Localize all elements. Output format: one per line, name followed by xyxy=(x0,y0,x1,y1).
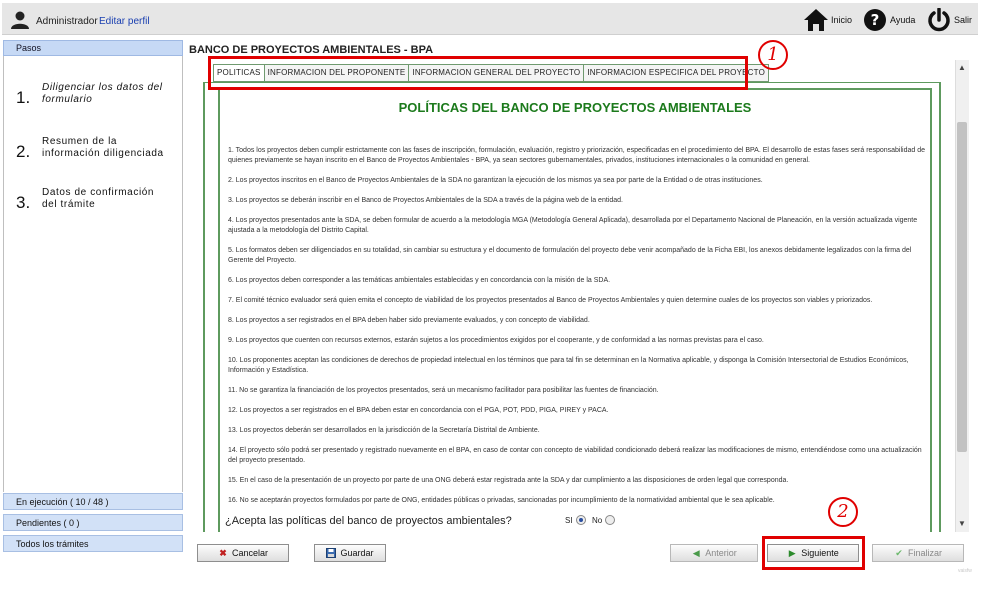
no-radio[interactable] xyxy=(605,515,616,525)
policies-list: 1. Todos los proyectos deben cumplir est… xyxy=(228,146,928,516)
user-name: Administrador xyxy=(36,16,98,27)
scrollbar-thumb[interactable] xyxy=(957,122,967,452)
step-number: 3. xyxy=(16,193,31,212)
cancel-x-icon: ✖ xyxy=(219,548,227,558)
scroll-up-arrow-icon[interactable]: ▲ xyxy=(955,60,969,76)
policy-item: 10. Los proponentes aceptan las condicio… xyxy=(228,357,909,374)
home-label: Inicio xyxy=(831,15,853,25)
policy-item: 15. En el caso de la presentación de un … xyxy=(228,477,789,484)
policy-item: 7. El comité técnico evaluador será quie… xyxy=(228,297,873,304)
cancel-button[interactable]: ✖ Cancelar xyxy=(197,544,289,562)
policy-item: 1. Todos los proyectos deben cumplir est… xyxy=(228,147,925,164)
annotation-number-1: 1 xyxy=(758,40,788,70)
logout-link[interactable]: Salir xyxy=(926,7,972,33)
policy-item: 6. Los proyectos deben corresponder a la… xyxy=(228,277,611,284)
policies-title: POLÍTICAS DEL BANCO DE PROYECTOS AMBIENT… xyxy=(398,100,752,115)
cancel-label: Cancelar xyxy=(231,548,269,558)
top-bar: Administrador Editar perfil Inicio ? Ayu… xyxy=(2,3,978,35)
annotation-box-next xyxy=(762,536,865,570)
annotation-box-tabs xyxy=(208,56,748,90)
policy-item: 14. El proyecto sólo podrá ser presentad… xyxy=(228,447,922,464)
edit-profile-link[interactable]: Editar perfil xyxy=(99,16,150,27)
sidebar-header: Pasos xyxy=(3,40,183,56)
step-label: Diligenciar los datos del formulario xyxy=(42,82,163,105)
step-number: 1. xyxy=(16,88,31,107)
yes-radio[interactable] xyxy=(575,515,586,525)
accept-no-option[interactable]: No xyxy=(592,515,616,525)
policy-item: 12. Los proyectos a ser registrados en e… xyxy=(228,407,609,414)
floppy-disk-icon xyxy=(326,548,337,558)
help-link[interactable]: ? Ayuda xyxy=(862,7,915,33)
annotation-number-2: 2 xyxy=(828,497,858,527)
policy-item: 13. Los proyectos deberán ser desarrolla… xyxy=(228,427,540,434)
finish-button[interactable]: ✔ Finalizar xyxy=(872,544,964,562)
previous-label: Anterior xyxy=(705,548,737,558)
step-label: Resumen de la información diligenciada xyxy=(42,136,164,159)
accept-question: ¿Acepta las políticas del banco de proye… xyxy=(225,515,512,527)
scroll-down-arrow-icon[interactable]: ▼ xyxy=(955,516,969,532)
steps-panel: 1. Diligenciar los datos del formulario … xyxy=(3,56,183,492)
finish-label: Finalizar xyxy=(907,548,942,558)
sidebar-item-en-ejecucion[interactable]: En ejecución ( 10 / 48 ) xyxy=(3,493,183,510)
arrow-left-icon: ◀ xyxy=(692,548,700,558)
no-label: No xyxy=(592,515,603,525)
previous-button[interactable]: ◀ Anterior xyxy=(670,544,758,562)
policy-item: 5. Los formatos deben ser diligenciados … xyxy=(228,247,912,264)
logout-label: Salir xyxy=(954,15,973,25)
watermark: vaisfw xyxy=(958,568,972,574)
policy-item: 3. Los proyectos se deberán inscribir en… xyxy=(228,197,623,204)
step-number: 2. xyxy=(16,142,31,161)
step-label: Datos de confirmación del trámite xyxy=(42,187,155,210)
policy-item: 4. Los proyectos presentados ante la SDA… xyxy=(228,217,918,234)
policies-panel: POLÍTICAS DEL BANCO DE PROYECTOS AMBIENT… xyxy=(218,88,932,532)
user-icon xyxy=(11,11,29,29)
help-label: Ayuda xyxy=(890,15,916,25)
policy-item: 2. Los proyectos inscritos en el Banco d… xyxy=(228,177,763,184)
policy-item: 11. No se garantiza la financiación de l… xyxy=(228,387,659,394)
save-button[interactable]: Guardar xyxy=(314,544,386,562)
svg-text:?: ? xyxy=(871,11,880,29)
policy-item: 8. Los proyectos a ser registrados en el… xyxy=(228,317,590,324)
yes-label: SI xyxy=(565,515,573,525)
sidebar-item-pendientes[interactable]: Pendientes ( 0 ) xyxy=(3,514,183,531)
save-label: Guardar xyxy=(340,548,374,558)
help-icon: ? xyxy=(864,9,886,31)
page-title: BANCO DE PROYECTOS AMBIENTALES - BPA xyxy=(189,44,434,56)
accept-yes-option[interactable]: SI xyxy=(565,515,586,525)
policy-item: 9. Los proyectos que cuenten con recurso… xyxy=(228,337,764,344)
power-icon xyxy=(928,8,950,32)
sidebar-item-todos-tramites[interactable]: Todos los trámites xyxy=(3,535,183,552)
home-link[interactable]: Inicio xyxy=(803,7,852,33)
home-icon xyxy=(804,9,828,31)
policy-item: 16. No se aceptarán proyectos formulados… xyxy=(228,497,775,504)
checkmark-icon: ✔ xyxy=(895,548,903,558)
